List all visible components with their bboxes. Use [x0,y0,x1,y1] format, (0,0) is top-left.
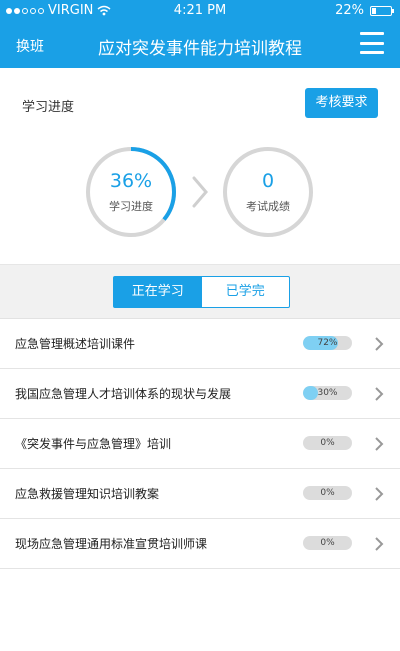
exam-requirements-button[interactable]: 考核要求 [305,88,378,118]
course-progress-text: 0% [320,488,335,498]
status-bar: VIRGIN 4:21 PM 22% [0,0,400,22]
course-progress-text: 0% [320,538,335,548]
list-item[interactable]: 应急管理概述培训课件 72% [0,319,400,369]
chevron-right-icon [375,437,384,451]
exam-score-value: 0 [261,170,275,192]
list-item[interactable]: 应急救援管理知识培训教案 0% [0,469,400,519]
course-list: 应急管理概述培训课件 72% 我国应急管理人才培训体系的现状与发展 30% 《突… [0,319,400,569]
course-progress-text: 72% [317,338,338,348]
study-progress-value: 36% [109,170,153,192]
app-header: VIRGIN 4:21 PM 22% 换班 应对突发事件能力培训教程 [0,0,400,68]
course-progress-bar: 0% [303,436,352,450]
chevron-right-icon [192,176,208,208]
battery-icon [370,5,394,16]
battery-status: 22% [335,3,394,18]
course-progress-bar: 72% [303,336,352,350]
chevron-right-icon [375,537,384,551]
list-item[interactable]: 《突发事件与应急管理》培训 0% [0,419,400,469]
progress-section-label: 学习进度 [22,100,75,115]
exam-score-label: 考试成绩 [246,200,290,213]
course-title: 我国应急管理人才培训体系的现状与发展 [15,387,232,401]
course-progress-bar: 0% [303,536,352,550]
page-title: 应对突发事件能力培训教程 [98,39,302,59]
tab-band: 正在学习 已学完 [0,264,400,319]
course-progress-bar: 0% [303,486,352,500]
course-progress-text: 0% [320,438,335,448]
nav-bar: 换班 应对突发事件能力培训教程 [0,22,400,68]
chevron-right-icon [375,337,384,351]
tab-studying[interactable]: 正在学习 [114,277,202,307]
chevron-right-icon [375,387,384,401]
tab-completed[interactable]: 已学完 [202,277,290,307]
chevron-right-icon [375,487,384,501]
study-progress-ring: 36% 学习进度 [85,146,177,238]
hamburger-menu-icon[interactable] [360,32,384,54]
list-item[interactable]: 我国应急管理人才培训体系的现状与发展 30% [0,369,400,419]
course-title: 现场应急管理通用标准宣贯培训师课 [15,537,208,551]
course-title: 应急救援管理知识培训教案 [15,487,160,501]
study-progress-label: 学习进度 [109,200,153,213]
course-progress-bar: 30% [303,386,352,400]
course-title: 《突发事件与应急管理》培训 [15,437,172,451]
progress-section: 学习进度 考核要求 36% 学习进度 0 考试成绩 [0,68,400,264]
exam-score-ring: 0 考试成绩 [222,146,314,238]
battery-percent: 22% [335,3,364,18]
list-item[interactable]: 现场应急管理通用标准宣贯培训师课 0% [0,519,400,569]
course-tabs: 正在学习 已学完 [113,276,290,308]
course-progress-text: 30% [317,388,338,398]
course-title: 应急管理概述培训课件 [15,337,136,351]
